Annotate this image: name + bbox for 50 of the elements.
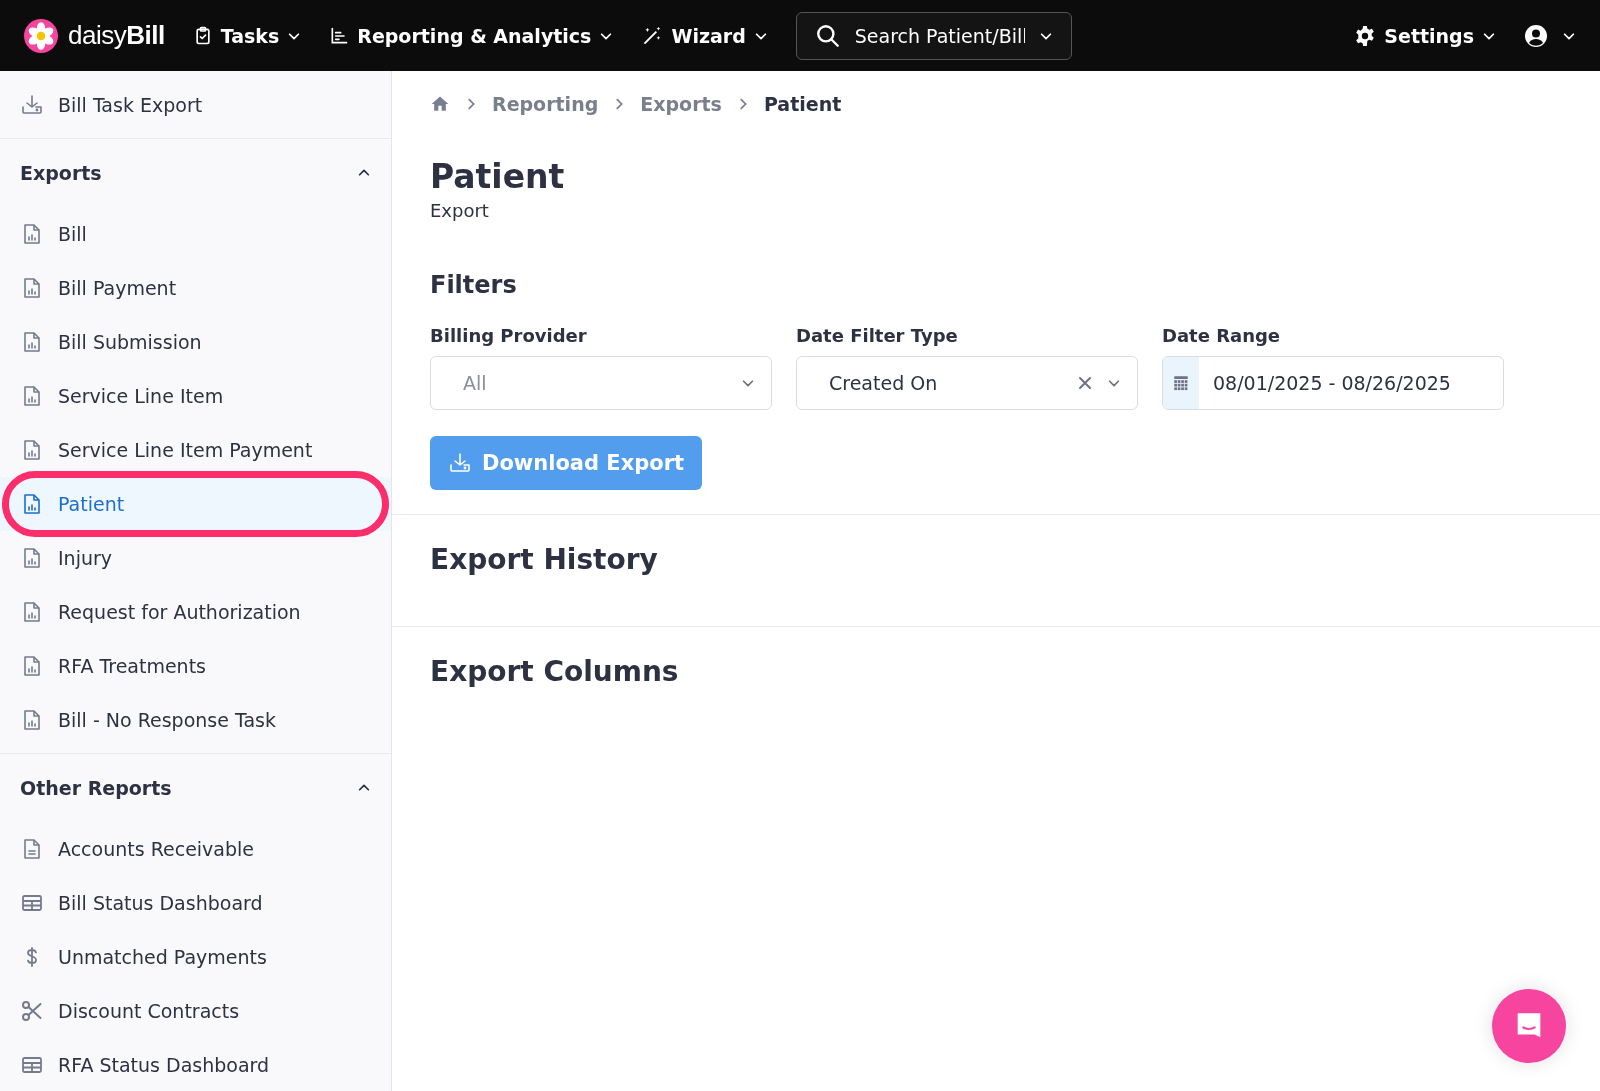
section-heading: Export History bbox=[430, 543, 659, 576]
sidebar-item[interactable]: Unmatched Payments bbox=[0, 930, 391, 984]
sidebar-item[interactable]: Bill Payment bbox=[0, 261, 391, 315]
sidebar-item[interactable]: Bill bbox=[0, 207, 391, 261]
search-icon bbox=[814, 22, 841, 49]
sidebar-item[interactable]: Discount Contracts bbox=[0, 984, 391, 1038]
sidebar-item[interactable]: Bill - No Response Task bbox=[0, 693, 391, 747]
user-avatar-icon bbox=[1524, 23, 1548, 48]
sidebar-item[interactable]: RFA Status Dashboard bbox=[0, 1038, 391, 1091]
field-label: Date Filter Type bbox=[796, 325, 959, 346]
sidebar-item[interactable]: Injury bbox=[0, 531, 391, 585]
field-label: Billing Provider bbox=[430, 325, 588, 346]
account-menu[interactable] bbox=[1524, 23, 1576, 48]
settings-icon bbox=[1354, 24, 1377, 47]
date-range-field[interactable]: 08/01/2025 - 08/26/2025 bbox=[1162, 356, 1504, 410]
bar-chart-icon bbox=[329, 25, 350, 46]
breadcrumb-link[interactable]: Patient bbox=[763, 93, 842, 115]
sidebar-item[interactable]: Bill Submission bbox=[0, 315, 391, 369]
page-title: Patient bbox=[430, 157, 566, 196]
calendar-icon bbox=[1172, 374, 1190, 392]
breadcrumb-link[interactable]: Reporting bbox=[492, 93, 599, 115]
download-icon bbox=[20, 92, 44, 117]
scissors-icon bbox=[20, 999, 44, 1023]
app-logo[interactable]: daisyBill bbox=[68, 20, 165, 51]
field-label: Date Range bbox=[1162, 325, 1282, 346]
sidebar-item[interactable]: Bill Task Export bbox=[0, 71, 391, 139]
nav-menu[interactable]: Tasks bbox=[192, 24, 302, 47]
sidebar-item[interactable]: Service Line Item Payment bbox=[0, 423, 391, 477]
clear-icon[interactable] bbox=[1077, 375, 1093, 391]
sidebar-item[interactable]: RFA Treatments bbox=[0, 639, 391, 693]
nav-menu[interactable]: Reporting & Analytics bbox=[329, 24, 614, 47]
sidebar-item[interactable]: Patient bbox=[0, 477, 391, 531]
sidebar-item[interactable]: Bill Status Dashboard bbox=[0, 876, 391, 930]
nav-menu[interactable]: Wizard bbox=[641, 24, 768, 47]
search-field[interactable]: Search Patient/Bill bbox=[795, 11, 1072, 60]
section-toggle[interactable]: Exports bbox=[0, 139, 391, 207]
page-subtitle: Export bbox=[430, 200, 490, 221]
section-toggle[interactable]: Other Reports bbox=[0, 754, 391, 822]
download-icon bbox=[448, 451, 472, 475]
sidebar-item[interactable]: Service Line Item bbox=[0, 369, 391, 423]
section-heading: Export Columns bbox=[430, 655, 680, 688]
home-icon[interactable] bbox=[430, 94, 450, 114]
search-input[interactable]: Search Patient/Bill bbox=[852, 23, 1027, 48]
flower-logo-icon bbox=[24, 18, 58, 53]
sidebar-item[interactable]: Accounts Receivable bbox=[0, 822, 391, 876]
settings-menu[interactable]: Settings bbox=[1354, 24, 1496, 47]
sidebar-item[interactable]: Request for Authorization bbox=[0, 585, 391, 639]
select-field[interactable]: Created On bbox=[796, 356, 1138, 410]
filters-heading: Filters bbox=[430, 271, 518, 299]
breadcrumb-link[interactable]: Exports bbox=[640, 93, 722, 115]
